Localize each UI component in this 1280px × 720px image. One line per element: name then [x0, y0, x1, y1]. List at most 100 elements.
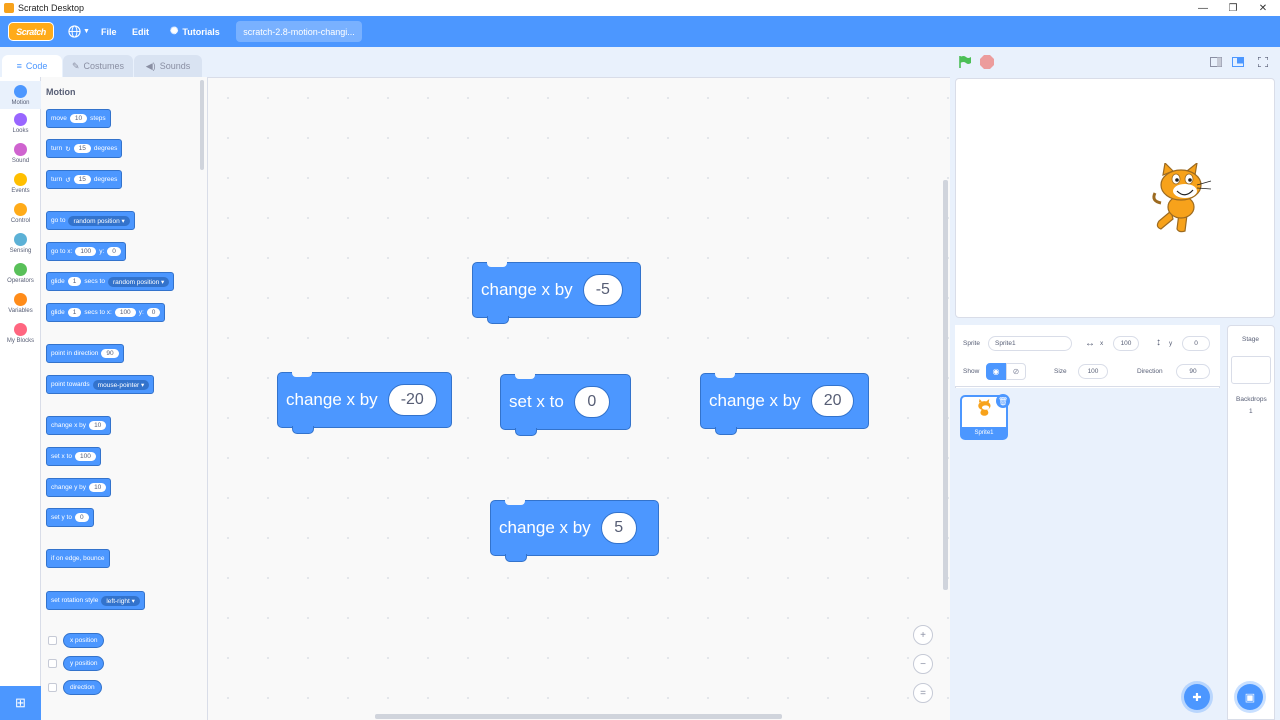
category-sensing[interactable]: Sensing — [0, 231, 41, 259]
stop-icon[interactable] — [979, 54, 995, 70]
block-input[interactable]: 0 — [146, 308, 161, 317]
direction-reporter[interactable]: direction — [63, 680, 102, 695]
block-dropdown[interactable]: random position ▾ — [68, 215, 130, 226]
change-x-block[interactable]: change x by 10 — [46, 416, 112, 435]
tab-costumes[interactable]: ✎ Costumes — [63, 55, 133, 77]
stage-canvas[interactable] — [955, 78, 1275, 318]
category-my-blocks[interactable]: My Blocks — [0, 321, 41, 349]
language-menu[interactable]: ▼ — [68, 16, 90, 47]
block-input[interactable]: 100 — [74, 452, 96, 461]
turn-left-block[interactable]: turn ↺ 15 degrees — [46, 170, 123, 189]
category-events[interactable]: Events — [0, 171, 41, 199]
block-input[interactable]: 1 — [67, 308, 82, 317]
block-input[interactable]: 90 — [101, 349, 119, 358]
maximize-button[interactable]: ❐ — [1218, 0, 1248, 16]
category-motion[interactable]: Motion — [0, 81, 41, 109]
zoom-out-button[interactable]: − — [913, 654, 933, 674]
add-extension-button[interactable]: ⊞ — [0, 686, 41, 720]
minimize-button[interactable]: — — [1188, 0, 1218, 16]
block-input[interactable]: 5 — [600, 512, 637, 544]
workspace-vertical-scrollbar[interactable] — [943, 180, 948, 590]
block-dropdown[interactable]: left-right ▾ — [101, 595, 140, 606]
close-window-button[interactable]: ✕ — [1248, 0, 1278, 16]
script-block[interactable]: change x by -5 — [472, 262, 641, 324]
workspace-horizontal-scrollbar[interactable] — [375, 714, 782, 719]
category-control[interactable]: Control — [0, 201, 41, 229]
project-title-field[interactable]: scratch-2.8-motion-changi... — [236, 21, 362, 42]
normal-stage-icon[interactable] — [1230, 54, 1246, 70]
hide-sprite-eye-icon[interactable]: ⊘ — [1006, 363, 1026, 380]
point-towards-block[interactable]: point towards mouse-pointer ▾ — [46, 375, 155, 394]
y-position-checkbox[interactable] — [48, 659, 57, 668]
y-input[interactable]: 0 — [1182, 336, 1210, 351]
if-on-edge-bounce-block[interactable]: if on edge, bounce — [46, 549, 110, 568]
direction-checkbox[interactable] — [48, 683, 57, 692]
stage-thumbnail[interactable] — [1231, 356, 1271, 384]
show-sprite-eye-icon[interactable]: ◉ — [986, 363, 1006, 380]
choose-backdrop-button[interactable]: ▣ — [1237, 684, 1263, 710]
trash-icon[interactable]: 🗑 — [996, 394, 1010, 408]
block-input[interactable]: 10 — [89, 483, 107, 492]
zoom-reset-button[interactable]: = — [913, 683, 933, 703]
block-input[interactable]: 15 — [73, 144, 91, 153]
choose-sprite-button[interactable]: ✚ — [1184, 684, 1210, 710]
set-rotation-style-block[interactable]: set rotation style left-right ▾ — [46, 591, 145, 610]
events-dot — [14, 173, 27, 186]
green-flag-icon[interactable] — [957, 54, 973, 70]
tab-sounds[interactable]: ◀) Sounds — [134, 55, 202, 77]
script-block[interactable]: set x to 0 — [500, 374, 631, 436]
zoom-in-button[interactable]: + — [913, 625, 933, 645]
go-to-block[interactable]: go to random position ▾ — [46, 211, 135, 230]
set-x-block[interactable]: set x to 100 — [46, 447, 101, 466]
go-to-xy-block[interactable]: go to x: 100 y: 0 — [46, 242, 126, 261]
script-block[interactable]: change x by -20 — [277, 372, 452, 434]
script-block[interactable]: change x by 20 — [700, 373, 869, 435]
block-input[interactable]: -5 — [582, 274, 623, 306]
palette-scrollbar[interactable] — [200, 80, 204, 170]
chevron-down-icon: ▼ — [83, 28, 90, 35]
category-looks[interactable]: Looks — [0, 111, 41, 139]
y-position-reporter[interactable]: y position — [63, 656, 105, 671]
block-input[interactable]: 1 — [67, 277, 82, 286]
category-sound[interactable]: Sound — [0, 141, 41, 169]
stage-selector[interactable]: Stage Backdrops 1 — [1227, 325, 1275, 720]
category-variables[interactable]: Variables — [0, 291, 41, 319]
block-dropdown[interactable]: mouse-pointer ▾ — [92, 379, 150, 390]
file-menu[interactable]: File — [101, 16, 117, 47]
script-block[interactable]: change x by 5 — [490, 500, 659, 562]
fullscreen-icon[interactable] — [1255, 54, 1271, 70]
scratch-logo[interactable]: Scratch — [8, 22, 54, 41]
x-input[interactable]: 100 — [1113, 336, 1139, 351]
x-position-checkbox[interactable] — [48, 636, 57, 645]
edit-menu[interactable]: Edit — [132, 16, 149, 47]
point-in-direction-block[interactable]: point in direction 90 — [46, 344, 124, 363]
block-dropdown[interactable]: random position ▾ — [107, 276, 170, 287]
block-input[interactable]: 100 — [114, 308, 136, 317]
tutorials-menu[interactable]: ✺ Tutorials — [170, 16, 220, 47]
block-input[interactable]: 15 — [73, 175, 91, 184]
block-input[interactable]: 20 — [810, 385, 855, 417]
small-stage-icon[interactable] — [1208, 54, 1224, 70]
cat-sprite-icon[interactable] — [1149, 163, 1217, 235]
sprite-name-input[interactable]: Sprite1 — [988, 336, 1072, 351]
glide-block[interactable]: glide 1 secs to random position ▾ — [46, 272, 175, 291]
block-input[interactable]: -20 — [387, 384, 437, 416]
turn-right-block[interactable]: turn ↻ 15 degrees — [46, 139, 123, 158]
glide-xy-block[interactable]: glide 1 secs to x: 100 y: 0 — [46, 303, 166, 322]
block-input[interactable]: 0 — [573, 386, 610, 418]
set-y-block[interactable]: set y to 0 — [46, 508, 94, 527]
category-operators[interactable]: Operators — [0, 261, 41, 289]
block-input[interactable]: 0 — [74, 513, 89, 522]
block-text: change x by — [481, 280, 573, 299]
block-input[interactable]: 10 — [69, 114, 88, 123]
tab-code[interactable]: ≡ Code — [2, 55, 62, 77]
block-input[interactable]: 0 — [107, 247, 121, 256]
change-y-block[interactable]: change y by 10 — [46, 478, 112, 497]
block-text: change x by — [286, 390, 378, 409]
block-input[interactable]: 100 — [75, 247, 97, 256]
size-input[interactable]: 100 — [1078, 364, 1108, 379]
direction-input[interactable]: 90 — [1176, 364, 1210, 379]
block-input[interactable]: 10 — [89, 421, 107, 430]
move-steps-block[interactable]: move 10 steps — [46, 109, 111, 128]
x-position-reporter[interactable]: x position — [63, 633, 105, 648]
